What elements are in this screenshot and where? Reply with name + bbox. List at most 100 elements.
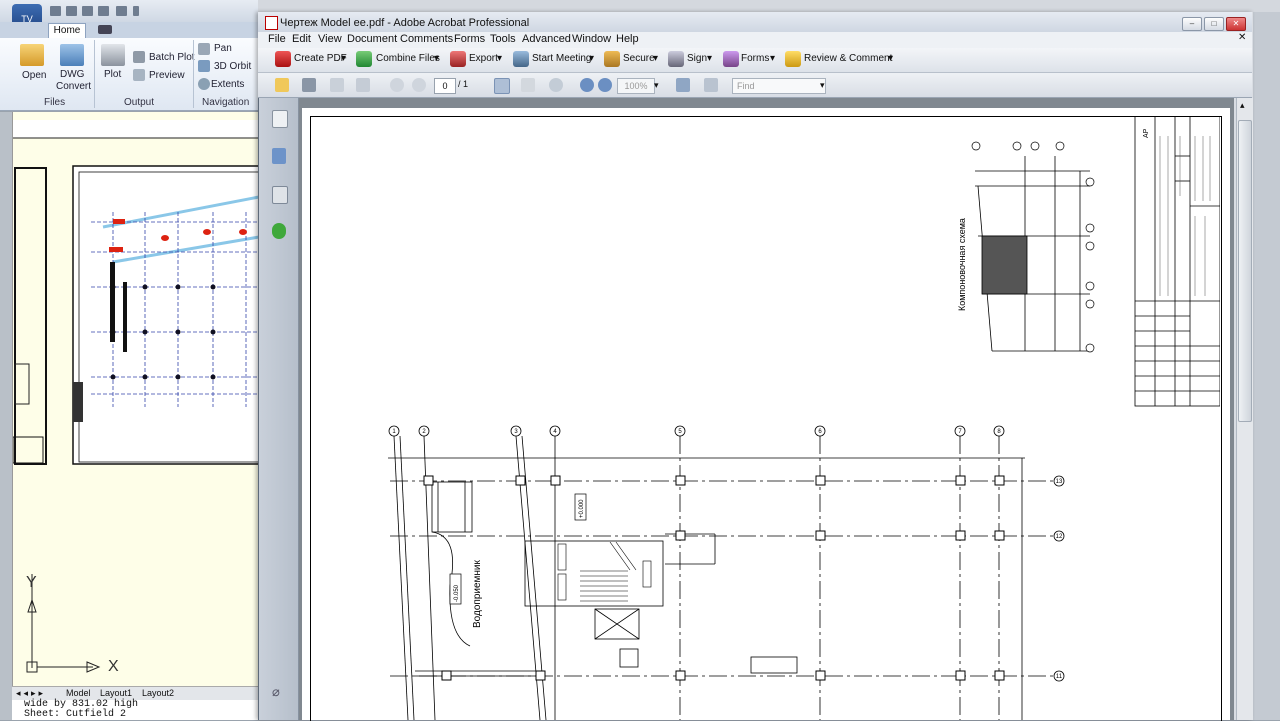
extents-zoom-icon[interactable] [198, 78, 210, 90]
menu-comments[interactable]: Comments [400, 33, 453, 45]
pan-button[interactable]: Pan [214, 43, 232, 54]
zoom-tool-icon[interactable] [549, 78, 563, 92]
dwg-convert-button-line1[interactable]: DWG [60, 69, 84, 80]
preview-button[interactable]: Preview [149, 70, 185, 81]
sign-pen-icon[interactable] [668, 51, 684, 67]
scrollbar-thumb[interactable] [1238, 120, 1252, 422]
batch-plot-icon[interactable] [133, 51, 145, 63]
menu-file[interactable]: File [268, 33, 286, 45]
bookmarks-panel-icon[interactable] [272, 148, 286, 164]
tab-extra-icon[interactable] [98, 25, 112, 34]
start-meeting-icon[interactable] [513, 51, 529, 67]
print-icon[interactable] [302, 78, 316, 92]
chevron-down-icon[interactable]: ▾ [497, 53, 502, 64]
scroll-up-icon[interactable]: ▴ [1240, 100, 1245, 111]
dwg-drawing-canvas[interactable] [12, 112, 259, 686]
review-comment-button[interactable]: Review & Comment [804, 53, 892, 64]
chevron-down-icon[interactable]: ▾ [770, 53, 775, 64]
menu-edit[interactable]: Edit [292, 33, 311, 45]
chevron-down-icon[interactable]: ▾ [653, 53, 658, 64]
close-button[interactable]: ✕ [1226, 17, 1246, 31]
forms-button[interactable]: Forms [741, 53, 769, 64]
signatures-panel-icon[interactable] [272, 186, 288, 204]
print-icon[interactable] [82, 6, 93, 16]
maximize-button[interactable]: □ [1204, 17, 1224, 31]
save-icon[interactable] [98, 6, 109, 16]
chevron-down-icon[interactable]: ▾ [434, 53, 439, 64]
batch-plot-button[interactable]: Batch Plot [149, 52, 195, 63]
preview-icon[interactable] [133, 69, 145, 81]
attachments-paperclip-icon[interactable]: ⌀ [272, 684, 286, 700]
menu-forms[interactable]: Forms [454, 33, 485, 45]
tab-layout1[interactable]: Layout1 [100, 688, 132, 698]
group-files-label: Files [44, 97, 66, 108]
hand-tool-icon[interactable] [521, 78, 535, 92]
create-pdf-button[interactable]: Create PDF [294, 53, 347, 64]
secure-button[interactable]: Secure [623, 53, 655, 64]
combine-files-button[interactable]: Combine Files [376, 53, 440, 64]
pan-hand-icon[interactable] [198, 43, 210, 55]
chevron-down-icon[interactable]: ▾ [707, 53, 712, 64]
forms-icon[interactable] [723, 51, 739, 67]
menu-window[interactable]: Window [572, 33, 611, 45]
zoom-out-icon[interactable] [580, 78, 594, 92]
previous-page-icon[interactable] [390, 78, 404, 92]
pdf-document-icon [265, 16, 278, 30]
tab-layout2[interactable]: Layout2 [142, 688, 174, 698]
select-cursor-icon[interactable] [494, 78, 510, 94]
menu-view[interactable]: View [318, 33, 342, 45]
export-button[interactable]: Export [469, 53, 498, 64]
doc-close-icon[interactable]: ✕ [1238, 32, 1246, 43]
email-icon[interactable] [330, 78, 344, 92]
plot-printer-icon[interactable] [101, 44, 125, 66]
tab-model[interactable]: Model [66, 688, 91, 698]
dwg-convert-button-line2[interactable]: Convert [56, 81, 91, 92]
open-folder-icon[interactable] [66, 6, 77, 16]
menu-advanced[interactable]: Advanced [522, 33, 571, 45]
create-pdf-icon[interactable] [275, 51, 291, 67]
dwg-command-line[interactable]: wide by 831.02 high Sheet: Cutfield 2 [12, 700, 258, 720]
chevron-down-icon[interactable]: ▾ [654, 80, 659, 91]
combine-files-icon[interactable] [356, 51, 372, 67]
page-number-input[interactable]: 0 [434, 78, 456, 94]
menu-help[interactable]: Help [616, 33, 639, 45]
layout-nav-arrows-icon[interactable]: ◂◂▸▸ [16, 688, 46, 699]
fit-page-icon[interactable] [676, 78, 690, 92]
sheet-code: AP [1143, 128, 1150, 138]
level-marker-1: +0.000 [579, 499, 585, 518]
chevron-down-icon[interactable]: ▾ [888, 53, 893, 64]
open-folder-icon[interactable] [275, 78, 289, 92]
dwg-drawing-preview [13, 120, 259, 673]
menu-document[interactable]: Document [347, 33, 397, 45]
chevron-down-icon[interactable]: ▾ [589, 53, 594, 64]
minimize-button[interactable]: – [1182, 17, 1202, 31]
open-button[interactable]: Open [22, 70, 46, 81]
orbit-button[interactable]: 3D Orbit [214, 61, 251, 72]
open-folder-icon[interactable] [20, 44, 44, 66]
orbit-icon[interactable] [198, 60, 210, 72]
help-icon[interactable] [272, 223, 286, 239]
lock-icon[interactable] [604, 51, 620, 67]
undo-icon[interactable] [116, 6, 127, 16]
plot-button[interactable]: Plot [104, 69, 121, 80]
pages-panel-icon[interactable] [272, 110, 288, 128]
chevron-down-icon[interactable]: ▾ [341, 53, 346, 64]
sign-button[interactable]: Sign [687, 53, 707, 64]
fit-width-icon[interactable] [704, 78, 718, 92]
tab-home[interactable]: Home [48, 23, 86, 39]
save-icon[interactable] [356, 78, 370, 92]
dwg-ribbon-tabs [0, 22, 258, 38]
zoom-in-icon[interactable] [598, 78, 612, 92]
export-icon[interactable] [450, 51, 466, 67]
new-icon[interactable] [50, 6, 61, 16]
dwg-convert-icon[interactable] [60, 44, 84, 66]
next-page-icon[interactable] [412, 78, 426, 92]
menu-tools[interactable]: Tools [490, 33, 516, 45]
chevron-down-icon[interactable] [133, 6, 139, 16]
zoom-level-select[interactable]: 100% [617, 78, 655, 94]
start-meeting-button[interactable]: Start Meeting [532, 53, 591, 64]
extents-button[interactable]: Extents [211, 79, 244, 90]
find-input[interactable]: Find [732, 78, 826, 94]
chevron-down-icon[interactable]: ▾ [820, 80, 825, 91]
review-comment-icon[interactable] [785, 51, 801, 67]
